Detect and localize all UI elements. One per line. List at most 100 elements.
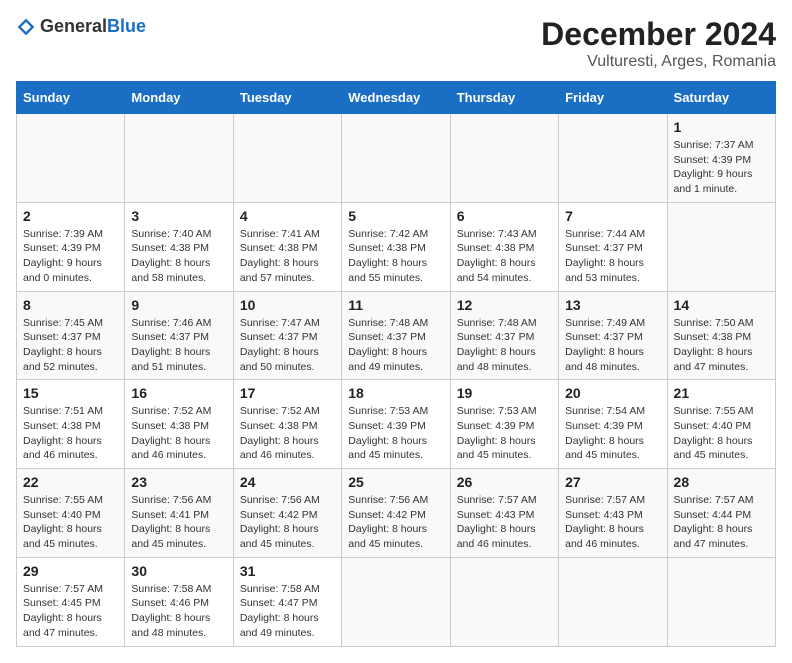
day-number: 26 (457, 474, 552, 490)
calendar-cell: 2 Sunrise: 7:39 AMSunset: 4:39 PMDaylight… (17, 202, 125, 291)
day-info: Sunrise: 7:52 AMSunset: 4:38 PMDaylight:… (131, 404, 226, 463)
day-number: 25 (348, 474, 443, 490)
col-wednesday: Wednesday (342, 82, 450, 114)
calendar-cell: 3 Sunrise: 7:40 AMSunset: 4:38 PMDaylight… (125, 202, 233, 291)
logo: GeneralBlue (16, 16, 146, 37)
day-number: 21 (674, 385, 769, 401)
calendar-cell: 19 Sunrise: 7:53 AMSunset: 4:39 PMDayligh… (450, 380, 558, 469)
calendar-cell: 11Sunrise: 7:48 AMSunset: 4:37 PMDayligh… (342, 291, 450, 380)
calendar-cell: 1 Sunrise: 7:37 AMSunset: 4:39 PMDaylight… (667, 114, 775, 203)
calendar-cell: 5 Sunrise: 7:42 AMSunset: 4:38 PMDaylight… (342, 202, 450, 291)
calendar-cell: 26 Sunrise: 7:57 AMSunset: 4:43 PMDayligh… (450, 469, 558, 558)
calendar-cell: 28Sunrise: 7:57 AMSunset: 4:44 PMDayligh… (667, 469, 775, 558)
day-info: Sunrise: 7:43 AMSunset: 4:38 PMDaylight:… (457, 227, 552, 286)
day-number: 6 (457, 208, 552, 224)
day-number: 20 (565, 385, 660, 401)
col-sunday: Sunday (17, 82, 125, 114)
day-info: Sunrise: 7:39 AMSunset: 4:39 PMDaylight:… (23, 227, 118, 286)
day-number: 14 (674, 297, 769, 313)
day-info: Sunrise: 7:57 AMSunset: 4:43 PMDaylight:… (565, 493, 660, 552)
calendar-week-1: 1 Sunrise: 7:37 AMSunset: 4:39 PMDaylight… (17, 114, 776, 203)
calendar-cell (17, 114, 125, 203)
calendar-week-5: 22Sunrise: 7:55 AMSunset: 4:40 PMDayligh… (17, 469, 776, 558)
calendar-cell: 14Sunrise: 7:50 AMSunset: 4:38 PMDayligh… (667, 291, 775, 380)
day-number: 28 (674, 474, 769, 490)
day-number: 3 (131, 208, 226, 224)
day-info: Sunrise: 7:47 AMSunset: 4:37 PMDaylight:… (240, 316, 335, 375)
day-number: 15 (23, 385, 118, 401)
day-info: Sunrise: 7:58 AMSunset: 4:47 PMDaylight:… (240, 582, 335, 641)
day-info: Sunrise: 7:52 AMSunset: 4:38 PMDaylight:… (240, 404, 335, 463)
calendar-cell: 23Sunrise: 7:56 AMSunset: 4:41 PMDayligh… (125, 469, 233, 558)
day-info: Sunrise: 7:51 AMSunset: 4:38 PMDaylight:… (23, 404, 118, 463)
day-info: Sunrise: 7:49 AMSunset: 4:37 PMDaylight:… (565, 316, 660, 375)
calendar-cell (559, 114, 667, 203)
day-info: Sunrise: 7:56 AMSunset: 4:42 PMDaylight:… (240, 493, 335, 552)
day-number: 29 (23, 563, 118, 579)
day-info: Sunrise: 7:56 AMSunset: 4:41 PMDaylight:… (131, 493, 226, 552)
day-number: 5 (348, 208, 443, 224)
calendar-cell (342, 557, 450, 646)
header-row: Sunday Monday Tuesday Wednesday Thursday… (17, 82, 776, 114)
day-info: Sunrise: 7:44 AMSunset: 4:37 PMDaylight:… (565, 227, 660, 286)
calendar-table: Sunday Monday Tuesday Wednesday Thursday… (16, 81, 776, 647)
day-info: Sunrise: 7:53 AMSunset: 4:39 PMDaylight:… (457, 404, 552, 463)
subtitle: Vulturesti, Arges, Romania (541, 53, 776, 71)
day-info: Sunrise: 7:46 AMSunset: 4:37 PMDaylight:… (131, 316, 226, 375)
calendar-cell: 29Sunrise: 7:57 AMSunset: 4:45 PMDayligh… (17, 557, 125, 646)
title-area: December 2024 Vulturesti, Arges, Romania (541, 16, 776, 71)
day-number: 2 (23, 208, 118, 224)
calendar-cell: 30 Sunrise: 7:58 AMSunset: 4:46 PMDayligh… (125, 557, 233, 646)
day-number: 12 (457, 297, 552, 313)
day-number: 24 (240, 474, 335, 490)
calendar-cell: 17Sunrise: 7:52 AMSunset: 4:38 PMDayligh… (233, 380, 341, 469)
day-info: Sunrise: 7:55 AMSunset: 4:40 PMDaylight:… (674, 404, 769, 463)
col-friday: Friday (559, 82, 667, 114)
calendar-cell: 8Sunrise: 7:45 AMSunset: 4:37 PMDaylight… (17, 291, 125, 380)
calendar-cell (450, 557, 558, 646)
calendar-cell (450, 114, 558, 203)
logo-icon (16, 17, 36, 37)
logo-general-text: General (40, 16, 107, 36)
calendar-week-4: 15 Sunrise: 7:51 AMSunset: 4:38 PMDayligh… (17, 380, 776, 469)
day-number: 16 (131, 385, 226, 401)
calendar-cell (342, 114, 450, 203)
calendar-cell: 24 Sunrise: 7:56 AMSunset: 4:42 PMDayligh… (233, 469, 341, 558)
calendar-cell: 27Sunrise: 7:57 AMSunset: 4:43 PMDayligh… (559, 469, 667, 558)
day-number: 18 (348, 385, 443, 401)
day-number: 1 (674, 119, 769, 135)
calendar-cell (559, 557, 667, 646)
calendar-week-3: 8Sunrise: 7:45 AMSunset: 4:37 PMDaylight… (17, 291, 776, 380)
day-info: Sunrise: 7:55 AMSunset: 4:40 PMDaylight:… (23, 493, 118, 552)
day-number: 31 (240, 563, 335, 579)
day-number: 30 (131, 563, 226, 579)
calendar-week-2: 2 Sunrise: 7:39 AMSunset: 4:39 PMDaylight… (17, 202, 776, 291)
calendar-cell (667, 202, 775, 291)
calendar-cell: 18 Sunrise: 7:53 AMSunset: 4:39 PMDayligh… (342, 380, 450, 469)
calendar-cell: 31 Sunrise: 7:58 AMSunset: 4:47 PMDayligh… (233, 557, 341, 646)
calendar-cell: 16 Sunrise: 7:52 AMSunset: 4:38 PMDayligh… (125, 380, 233, 469)
day-info: Sunrise: 7:53 AMSunset: 4:39 PMDaylight:… (348, 404, 443, 463)
day-info: Sunrise: 7:56 AMSunset: 4:42 PMDaylight:… (348, 493, 443, 552)
page-header: GeneralBlue December 2024 Vulturesti, Ar… (16, 16, 776, 71)
calendar-cell: 22Sunrise: 7:55 AMSunset: 4:40 PMDayligh… (17, 469, 125, 558)
day-info: Sunrise: 7:45 AMSunset: 4:37 PMDaylight:… (23, 316, 118, 375)
calendar-cell: 9Sunrise: 7:46 AMSunset: 4:37 PMDaylight… (125, 291, 233, 380)
day-number: 19 (457, 385, 552, 401)
calendar-week-6: 29Sunrise: 7:57 AMSunset: 4:45 PMDayligh… (17, 557, 776, 646)
col-monday: Monday (125, 82, 233, 114)
day-info: Sunrise: 7:42 AMSunset: 4:38 PMDaylight:… (348, 227, 443, 286)
calendar-cell: 13 Sunrise: 7:49 AMSunset: 4:37 PMDayligh… (559, 291, 667, 380)
calendar-cell: 7Sunrise: 7:44 AMSunset: 4:37 PMDaylight… (559, 202, 667, 291)
col-saturday: Saturday (667, 82, 775, 114)
calendar-header: Sunday Monday Tuesday Wednesday Thursday… (17, 82, 776, 114)
calendar-cell (233, 114, 341, 203)
day-info: Sunrise: 7:37 AMSunset: 4:39 PMDaylight:… (674, 138, 769, 197)
day-info: Sunrise: 7:57 AMSunset: 4:43 PMDaylight:… (457, 493, 552, 552)
day-number: 10 (240, 297, 335, 313)
calendar-cell: 15 Sunrise: 7:51 AMSunset: 4:38 PMDayligh… (17, 380, 125, 469)
day-info: Sunrise: 7:40 AMSunset: 4:38 PMDaylight:… (131, 227, 226, 286)
calendar-cell: 6 Sunrise: 7:43 AMSunset: 4:38 PMDaylight… (450, 202, 558, 291)
day-number: 13 (565, 297, 660, 313)
day-info: Sunrise: 7:58 AMSunset: 4:46 PMDaylight:… (131, 582, 226, 641)
